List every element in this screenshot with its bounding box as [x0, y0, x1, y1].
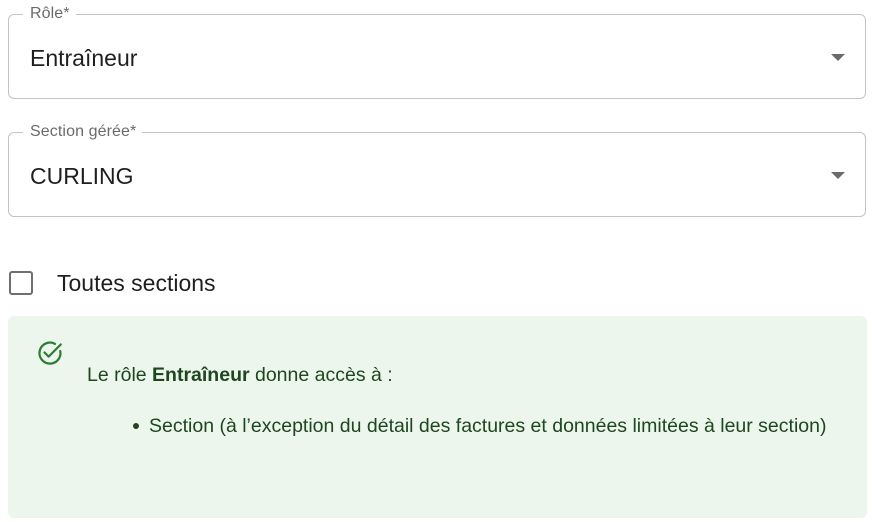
role-permissions-alert: Le rôle Entraîneur donne accès à : Secti…: [8, 316, 867, 518]
section-select-label: Section gérée*: [23, 122, 143, 142]
dropdown-arrow-icon[interactable]: [831, 172, 845, 179]
all-sections-checkbox-row[interactable]: Toutes sections: [9, 268, 216, 298]
dropdown-arrow-icon[interactable]: [831, 54, 845, 61]
all-sections-checkbox[interactable]: [9, 271, 33, 295]
section-select-value: CURLING: [30, 163, 134, 189]
permission-item: Section (à l’exception du détail des fac…: [133, 411, 853, 442]
all-sections-checkbox-label[interactable]: Toutes sections: [57, 270, 216, 297]
alert-message: Le rôle Entraîneur donne accès à :: [87, 364, 393, 386]
section-select[interactable]: Section gérée* CURLING: [8, 122, 866, 217]
permission-list: Section (à l’exception du détail des fac…: [133, 411, 853, 442]
role-select-label: Rôle*: [23, 4, 76, 24]
check-circle-icon: [38, 341, 62, 365]
role-select-value: Entraîneur: [30, 45, 138, 71]
alert-role-name: Entraîneur: [152, 364, 250, 386]
role-assignment-form: Rôle* Entraîneur Section gérée* CURLING …: [0, 0, 872, 522]
role-select[interactable]: Rôle* Entraîneur: [8, 4, 866, 99]
